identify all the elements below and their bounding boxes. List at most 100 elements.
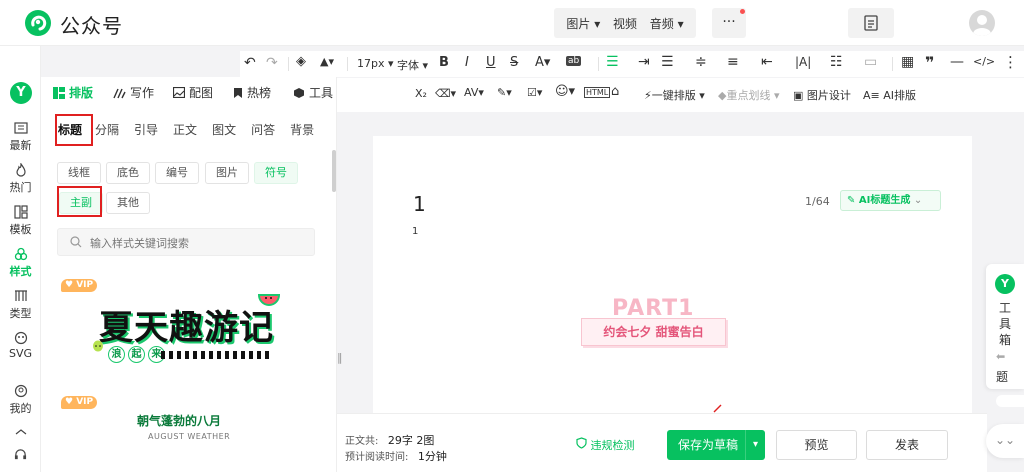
redo-icon[interactable]: ↷	[266, 55, 278, 71]
user-avatar[interactable]	[969, 10, 995, 36]
category-body[interactable]: 正文	[173, 121, 197, 138]
brand-title: 公众号	[60, 14, 123, 38]
arrow-left-icon: ⬅	[996, 350, 1006, 363]
background-color-icon[interactable]: ab	[566, 56, 582, 66]
bold-icon[interactable]: B	[439, 55, 449, 70]
subscript-icon[interactable]: X₂	[415, 87, 427, 100]
char-spacing-icon[interactable]: AV▾	[464, 86, 484, 99]
undo-icon[interactable]: ↶	[244, 55, 256, 71]
part-caption-box[interactable]: 约会七夕 甜蜜告白	[581, 318, 726, 346]
toolbox-float[interactable]: Y 工具箱 ⬅ 题	[986, 264, 1024, 389]
panel-scrollbar[interactable]	[332, 150, 336, 192]
category-divider[interactable]: 分隔	[95, 121, 119, 138]
one-click-layout-button[interactable]: ⚡一键排版 ▾	[644, 87, 705, 103]
chip-wireframe[interactable]: 线框	[57, 162, 101, 184]
chip-number[interactable]: 编号	[155, 162, 199, 184]
code-icon[interactable]: </>	[973, 55, 995, 68]
horizontal-rule-icon[interactable]: —	[950, 54, 964, 70]
font-family-select[interactable]: 字体 ▾	[397, 57, 428, 73]
align-center-icon[interactable]: ☰	[661, 54, 674, 70]
tab-tools[interactable]: 工具	[293, 84, 333, 101]
nav-item-style[interactable]: 样式	[0, 247, 41, 279]
chip-other[interactable]: 其他	[106, 192, 150, 214]
style-search-box	[57, 228, 315, 256]
format-painter-icon[interactable]: ◈	[296, 54, 306, 69]
style-sample-summer[interactable]: 夏天趣游记 浪 起 来	[85, 300, 280, 368]
nav-item-mine[interactable]: 我的	[0, 384, 41, 416]
app-logo-icon[interactable]: Y	[10, 82, 32, 104]
tab-writing[interactable]: 写作	[113, 84, 154, 101]
read-time: 预计阅读时间: 1分钟	[345, 450, 447, 463]
save-draft-button[interactable]: 保存为草稿 ▾	[667, 430, 765, 460]
document-button[interactable]	[848, 8, 894, 38]
publish-button[interactable]: 发表	[866, 430, 948, 460]
category-guide[interactable]: 引导	[134, 121, 158, 138]
article-author[interactable]: 1	[412, 226, 418, 237]
editor-canvas[interactable]	[373, 136, 972, 413]
category-background[interactable]: 背景	[290, 121, 314, 138]
panel-resize-handle[interactable]: ‖	[337, 351, 343, 364]
chip-picture[interactable]: 图片	[205, 162, 249, 184]
border-icon[interactable]: ▭	[864, 54, 877, 70]
collapse-icon[interactable]	[15, 429, 27, 435]
chart-icon[interactable]: ☑▾	[527, 86, 542, 99]
clear-format-icon[interactable]: ▲▾	[320, 55, 334, 68]
category-qa[interactable]: 问答	[251, 121, 275, 138]
headset-icon[interactable]	[14, 448, 27, 461]
category-image-text[interactable]: 图文	[212, 121, 236, 138]
font-color-icon[interactable]: A▾	[535, 55, 550, 70]
wechat-official-logo-icon[interactable]	[24, 9, 52, 37]
tab-layout[interactable]: 排版	[53, 84, 93, 101]
ai-title-generate-button[interactable]: ✎ AI标题生成 ⌄	[840, 190, 941, 211]
emoji-icon[interactable]: ☺▾	[555, 84, 575, 99]
table-icon[interactable]: ▦	[901, 54, 914, 70]
indent-icon[interactable]: ⇥	[638, 54, 650, 70]
side-tab[interactable]	[996, 395, 1024, 407]
style-search-input[interactable]	[90, 233, 305, 253]
nav-item-svg[interactable]: SVG	[0, 331, 41, 360]
list-icon[interactable]: ☷	[830, 54, 843, 70]
paragraph-icon[interactable]: ⇤	[761, 54, 773, 70]
italic-icon[interactable]: I	[465, 55, 469, 70]
news-icon	[13, 122, 28, 134]
search-icon	[70, 236, 82, 248]
menu-audio[interactable]: 音频 ▾	[650, 15, 684, 32]
pen-cursor-icon	[713, 404, 722, 413]
article-title[interactable]: 1	[413, 192, 426, 216]
nav-item-latest[interactable]: 最新	[0, 121, 41, 153]
align-left-icon[interactable]: ☰	[606, 54, 619, 70]
briefcase-icon[interactable]: ⌂	[611, 84, 619, 99]
menu-image[interactable]: 图片 ▾	[566, 15, 600, 32]
font-size-select[interactable]: 17px ▾	[357, 57, 394, 70]
nav-item-type[interactable]: 类型	[0, 289, 41, 321]
more-tools-icon[interactable]: ⋮	[1003, 53, 1018, 71]
magic-icon[interactable]: ✎▾	[497, 86, 512, 99]
sample-subtitle: AUGUST WEATHER	[148, 432, 231, 441]
line-height-icon[interactable]: ≑	[695, 54, 707, 70]
scroll-down-button[interactable]: ⌄⌄	[986, 424, 1024, 458]
clear-icon[interactable]: ⌫▾	[435, 87, 456, 100]
nav-item-template[interactable]: 模板	[0, 205, 41, 237]
tab-hot-list[interactable]: 热榜	[233, 84, 271, 101]
strikethrough-icon[interactable]: S	[510, 55, 518, 70]
nav-item-hot[interactable]: 热门	[0, 163, 41, 195]
quote-icon[interactable]: ❞	[925, 53, 934, 72]
underline-icon[interactable]: U	[486, 55, 496, 70]
spacing-icon[interactable]: ≡	[727, 54, 739, 70]
style-sample-august[interactable]: 朝气蓬勃的八月	[137, 412, 221, 429]
title-char-count: 1/64	[805, 195, 830, 208]
ai-layout-button[interactable]: A≡ AI排版	[863, 87, 916, 103]
preview-button[interactable]: 预览	[776, 430, 857, 460]
save-options-caret-icon[interactable]: ▾	[745, 430, 765, 460]
image-design-button[interactable]: ▣ 图片设计	[793, 87, 851, 103]
highlight-line-button[interactable]: ◆重点划线 ▾	[718, 87, 780, 103]
divider	[288, 57, 289, 71]
menu-video[interactable]: 视频	[613, 15, 637, 32]
compliance-check-link[interactable]: 违规检测	[576, 437, 635, 453]
chip-symbol[interactable]: 符号	[254, 162, 298, 184]
vip-badge: ♥ VIP	[61, 396, 98, 409]
html-icon[interactable]: HTML	[584, 87, 611, 98]
chip-bg-color[interactable]: 底色	[106, 162, 150, 184]
tab-picture[interactable]: 配图	[173, 84, 213, 101]
letter-spacing-icon[interactable]: |A|	[795, 55, 811, 69]
